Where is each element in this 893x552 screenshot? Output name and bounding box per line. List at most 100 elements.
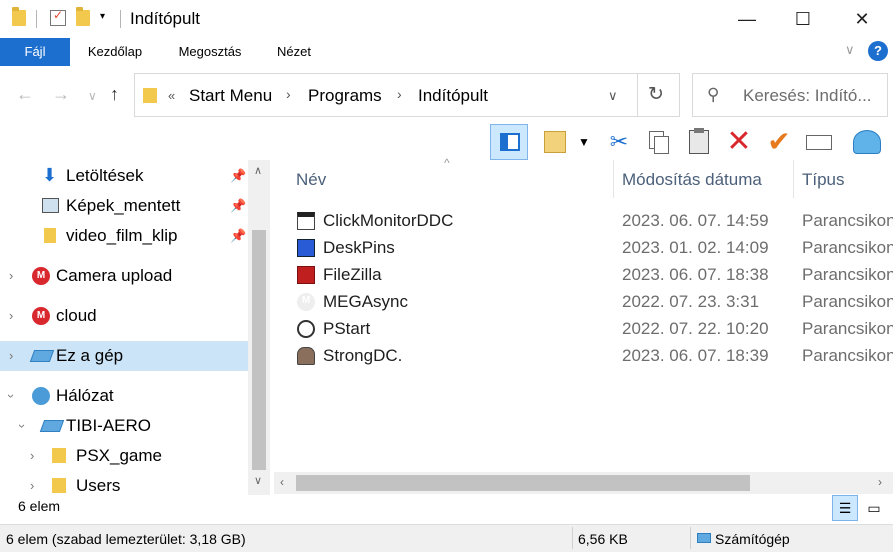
nav-item-camera-upload[interactable]: › M Camera upload (0, 261, 248, 291)
expand-chevron-icon[interactable]: › (30, 471, 34, 495)
divider (36, 10, 37, 28)
pin-icon[interactable]: 📌 (230, 161, 246, 191)
expand-chevron-icon[interactable]: › (30, 441, 34, 471)
search-box[interactable]: ⚲ Keresés: Indító... (692, 73, 888, 117)
properties-quick-icon[interactable]: ✓ (50, 8, 66, 26)
nav-item-label: Letöltések (66, 166, 144, 185)
tab-view[interactable]: Nézet (268, 38, 320, 66)
status-bar: 6 elem (szabad lemezterület: 3,18 GB) 6,… (0, 524, 893, 552)
nav-item-video[interactable]: video_film_klip 📌 (0, 221, 248, 251)
delete-icon[interactable]: ✕ (720, 124, 758, 160)
scrollbar-thumb[interactable] (296, 475, 750, 491)
tab-home[interactable]: Kezdőlap (80, 38, 150, 66)
scroll-down-icon[interactable]: ∨ (254, 474, 262, 487)
file-date: 2023. 06. 07. 18:39 (622, 346, 769, 365)
pin-icon[interactable]: 📌 (230, 191, 246, 221)
breadcrumb-overflow[interactable]: « (168, 88, 175, 103)
nav-scrollbar[interactable]: ∧ ∨ (248, 160, 270, 495)
tab-share[interactable]: Megosztás (168, 38, 252, 66)
computer-icon (39, 420, 65, 432)
expand-chevron-icon[interactable]: › (9, 301, 13, 331)
collapse-chevron-icon[interactable]: › (7, 424, 37, 428)
table-row[interactable]: StrongDC. 2023. 06. 07. 18:39 Parancsiko… (276, 342, 893, 369)
refresh-button[interactable]: ↻ (648, 83, 664, 106)
close-button[interactable]: ✕ (833, 0, 891, 38)
breadcrumb-separator[interactable]: › (397, 86, 402, 102)
nav-item-this-pc[interactable]: › Ez a gép (0, 341, 248, 371)
address-dropdown-button[interactable]: ∨ (608, 88, 618, 104)
divider (572, 527, 573, 549)
maximize-button[interactable]: ☐ (774, 0, 832, 38)
breadcrumb-separator[interactable]: › (286, 86, 291, 102)
breadcrumb-programs[interactable]: Programs (308, 86, 382, 106)
file-name: ClickMonitorDDC (323, 211, 454, 230)
expand-chevron-icon[interactable]: › (9, 341, 13, 371)
copy-icon[interactable] (640, 124, 678, 160)
recent-locations-button[interactable]: ∨ (88, 89, 97, 103)
column-header-name[interactable]: Név (296, 170, 326, 190)
dropdown-arrow-icon[interactable]: ▼ (572, 124, 596, 160)
details-view-icon[interactable]: ☰ (832, 495, 858, 521)
properties-icon[interactable] (536, 124, 574, 160)
table-row[interactable]: ClickMonitorDDC 2023. 06. 07. 14:59 Para… (276, 207, 893, 234)
window-title: Indítópult (130, 9, 200, 28)
shell-icon[interactable] (848, 124, 886, 160)
nav-item-users[interactable]: › Users (0, 471, 248, 495)
collapse-chevron-icon[interactable]: › (0, 394, 26, 398)
nav-item-cloud[interactable]: › M cloud (0, 301, 248, 331)
file-type: Parancsikon (802, 211, 893, 230)
chevron-down-icon[interactable]: ∨ (845, 42, 855, 58)
table-row[interactable]: PStart 2022. 07. 22. 10:20 Parancsikon (276, 315, 893, 342)
column-divider[interactable] (613, 160, 614, 198)
nav-item-label: Users (76, 476, 121, 495)
nav-item-network[interactable]: › Hálózat (0, 381, 248, 411)
file-type: Parancsikon (802, 238, 893, 257)
column-header-date[interactable]: Módosítás dátuma (622, 170, 762, 190)
table-row[interactable]: M MEGAsync 2022. 07. 23. 3:31 Parancsiko… (276, 288, 893, 315)
file-type: Parancsikon (802, 265, 893, 284)
large-icons-view-icon[interactable]: ▭ (861, 495, 887, 521)
back-button[interactable]: ← (16, 84, 34, 105)
table-row[interactable]: DeskPins 2023. 01. 02. 14:09 Parancsikon (276, 234, 893, 261)
forward-button[interactable]: → (52, 84, 70, 105)
folder-icon (52, 478, 66, 493)
nav-item-kepek[interactable]: Képek_mentett 📌 (0, 191, 248, 221)
up-button[interactable]: ↑ (110, 84, 119, 105)
folder-icon (143, 88, 157, 103)
breadcrumb-start-menu[interactable]: Start Menu (189, 86, 272, 106)
scroll-left-icon[interactable]: ‹ (280, 475, 284, 489)
help-icon[interactable]: ? (868, 41, 888, 61)
file-name: StrongDC. (323, 346, 403, 365)
paste-icon[interactable] (680, 124, 718, 160)
address-bar[interactable]: « Start Menu › Programs › Indítópult ∨ ↻ (134, 73, 680, 117)
scroll-right-icon[interactable]: › (878, 475, 882, 489)
rename-icon[interactable] (800, 124, 838, 160)
column-divider[interactable] (793, 160, 794, 198)
preview-pane-icon[interactable] (490, 124, 528, 160)
tab-file[interactable]: Fájl (0, 38, 70, 66)
pstart-icon (297, 320, 315, 338)
nav-item-psx-game[interactable]: › PSX_game (0, 441, 248, 471)
new-folder-quick-icon[interactable] (76, 7, 90, 26)
nav-item-downloads[interactable]: ⬇ Letöltések 📌 (0, 161, 248, 191)
horizontal-scrollbar[interactable]: ‹ › (274, 472, 893, 494)
divider (690, 527, 691, 549)
minimize-button[interactable]: — (718, 0, 776, 38)
customize-quick-access-icon[interactable]: ▾ (100, 11, 105, 22)
scrollbar-thumb[interactable] (252, 230, 266, 470)
scroll-up-icon[interactable]: ∧ (254, 164, 262, 177)
file-name: FileZilla (323, 265, 382, 284)
status-text: 6 elem (szabad lemezterület: 3,18 GB) (6, 531, 246, 547)
expand-chevron-icon[interactable]: › (9, 261, 13, 291)
deskpins-icon (297, 239, 315, 257)
cut-icon[interactable]: ✂ (600, 124, 638, 160)
pin-icon[interactable]: 📌 (230, 221, 246, 251)
nav-item-tibi-aero[interactable]: › TIBI-AERO (0, 411, 248, 441)
breadcrumb-inditopult[interactable]: Indítópult (418, 86, 488, 106)
select-icon[interactable]: ✔ (760, 124, 798, 160)
column-header-type[interactable]: Típus (802, 170, 845, 190)
table-row[interactable]: FileZilla 2023. 06. 07. 18:38 Parancsiko… (276, 261, 893, 288)
image-folder-icon (42, 198, 59, 213)
search-input[interactable]: Keresés: Indító... (743, 86, 872, 106)
file-name: PStart (323, 319, 371, 338)
